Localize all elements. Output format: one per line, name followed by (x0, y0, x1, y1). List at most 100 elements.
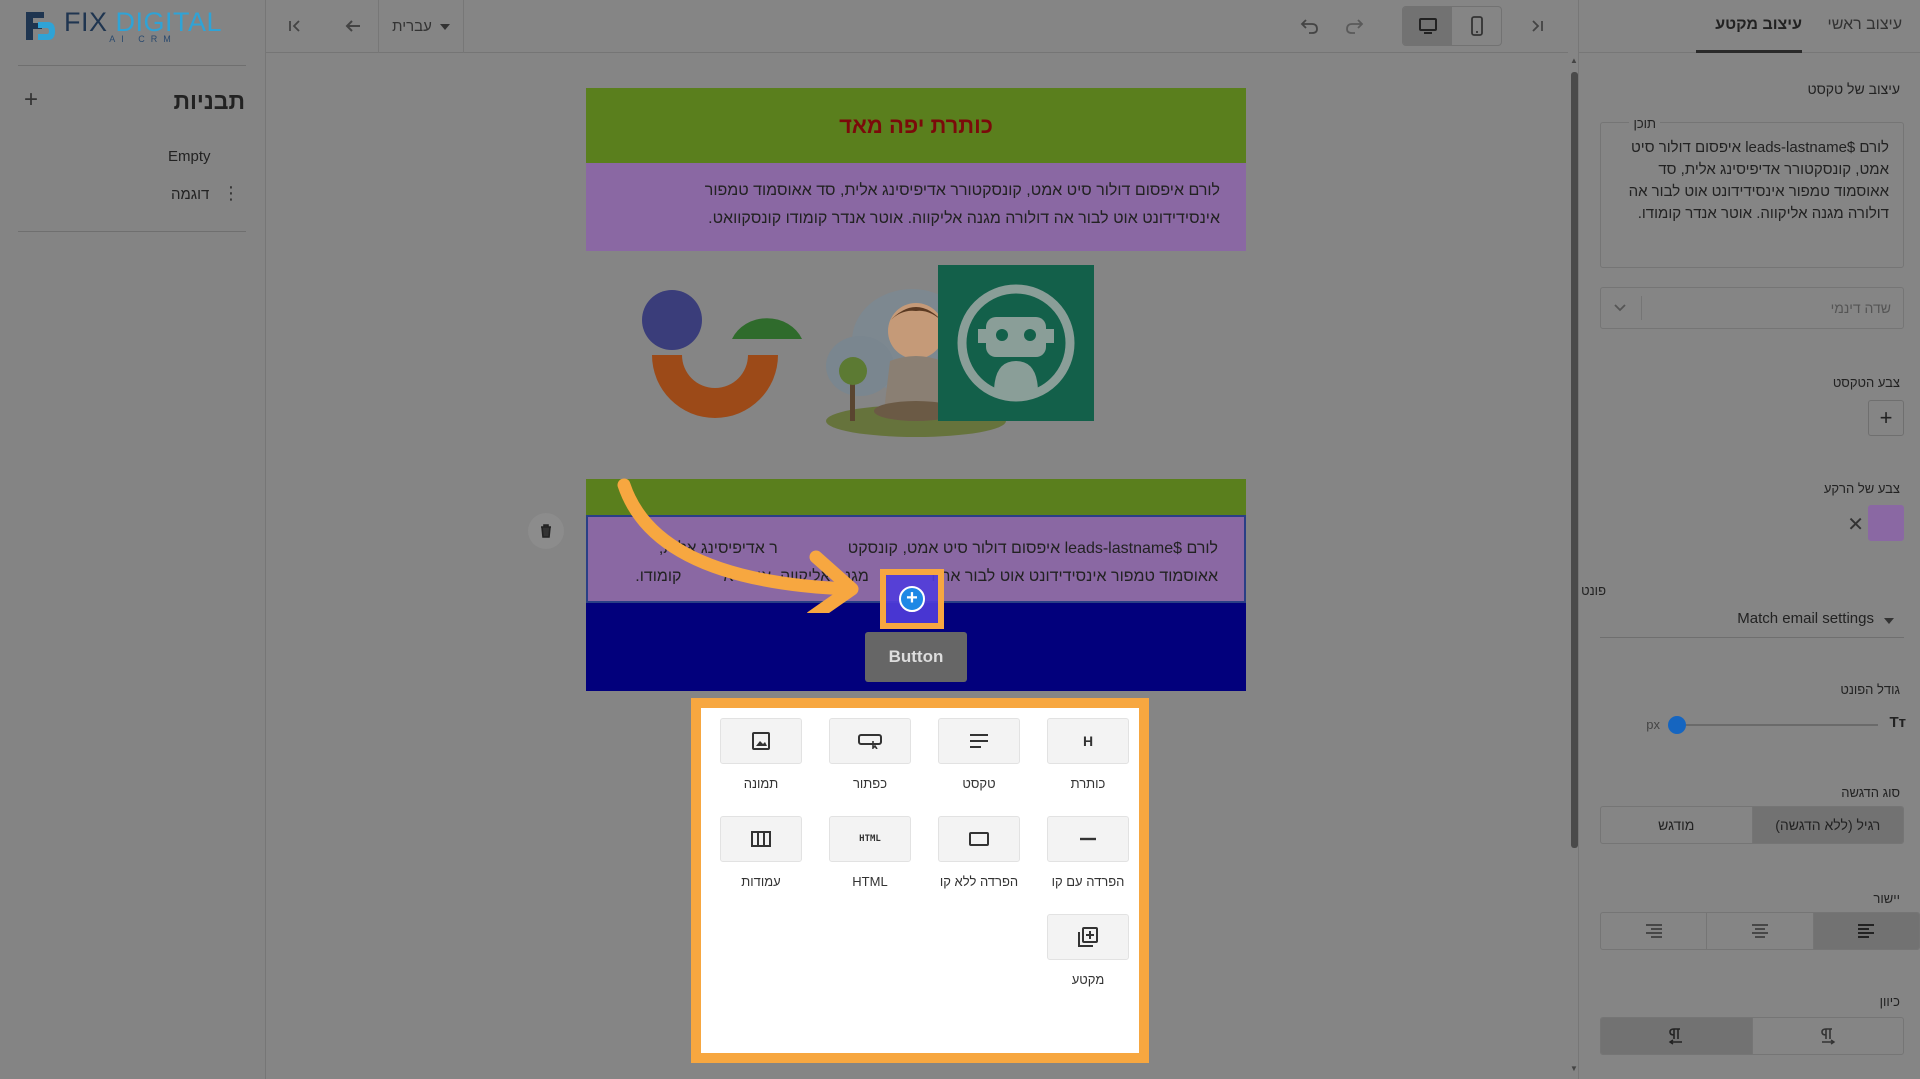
paragraph-row[interactable]: לורם איפסום דולור סיט אמט, קונסקטורר אדי… (586, 163, 1246, 251)
heading-icon: H (1047, 718, 1129, 764)
block-spacer[interactable]: הפרדה ללא קו (938, 816, 1020, 889)
block-label: הפרדה עם קו (1051, 874, 1125, 889)
divider (18, 65, 246, 66)
image-icon (720, 718, 802, 764)
block-divider-line[interactable]: הפרדה עם קו (1047, 816, 1129, 889)
logo-mark-icon (26, 12, 55, 40)
delete-row-button[interactable] (528, 513, 564, 549)
text-icon (938, 718, 1020, 764)
direction-label: כיוון (1879, 994, 1900, 1009)
mobile-icon[interactable] (1452, 7, 1501, 45)
block-text[interactable]: טקסט (938, 718, 1020, 791)
redo-icon[interactable] (1342, 13, 1368, 39)
font-label: פונט (1581, 583, 1606, 598)
block-section[interactable]: מקטע (1047, 914, 1129, 987)
align-center-icon[interactable] (1706, 913, 1812, 949)
divider (18, 231, 246, 232)
align-left-icon[interactable] (1812, 913, 1919, 949)
html-icon: HTML (829, 816, 911, 862)
spacer-icon (938, 816, 1020, 862)
chevron-down-icon (439, 23, 450, 30)
content-label: תוכן (1629, 116, 1660, 131)
button-icon (829, 718, 911, 764)
language-select[interactable]: עברית (378, 0, 464, 53)
text-color-label: צבע הטקסט (1832, 375, 1900, 390)
add-block-highlight: + (880, 569, 944, 629)
align-label: יישור (1873, 891, 1900, 906)
add-template-button[interactable]: + (24, 88, 38, 112)
properties-panel: עיצוב ראשי עיצוב מקטע עיצוב של טקסט לורם… (1578, 0, 1920, 1079)
font-size-label: גודל הפונט (1840, 682, 1900, 697)
block-label: כפתור (852, 776, 888, 791)
desktop-icon[interactable] (1403, 7, 1452, 45)
chevron-down-icon (1614, 304, 1626, 312)
font-value: Match email settings (1737, 610, 1874, 627)
undo-icon[interactable] (1296, 13, 1322, 39)
brand-tagline: AI CRM (109, 33, 177, 44)
chevron-down-icon (1884, 618, 1894, 624)
panel-tabs: עיצוב ראשי עיצוב מקטע (1578, 0, 1920, 53)
brand-logo: FIX DIGITAL AI CRM (22, 6, 252, 46)
block-html[interactable]: HTML HTML (829, 816, 911, 889)
font-size-icon: Tт (1889, 714, 1906, 731)
scroll-down-icon[interactable]: ▼ (1570, 1064, 1578, 1073)
block-heading[interactable]: H כותרת (1047, 718, 1129, 791)
paragraph-line: אינסידידונט אוט לבור אה דולורה מגנה אליק… (708, 210, 1220, 227)
block-label: HTML (852, 874, 888, 889)
font-select[interactable]: Match email settings (1600, 606, 1904, 638)
images-row[interactable] (586, 251, 1246, 479)
collapse-right-icon[interactable] (1524, 13, 1550, 39)
back-arrow-icon[interactable] (340, 13, 366, 39)
alignment-toggle (1600, 912, 1920, 950)
font-size-slider-track[interactable] (1678, 724, 1878, 726)
add-block-plus-icon[interactable]: + (899, 586, 925, 612)
brand-name-2: DIGITAL (115, 6, 223, 37)
dynamic-field-placeholder: שדה דינמי (1830, 300, 1891, 316)
heading-row[interactable]: כותרת יפה מאד (586, 88, 1246, 163)
block-label: מקטע (1071, 972, 1105, 987)
divider (1641, 296, 1642, 320)
panel-scrollbar[interactable] (1571, 72, 1578, 848)
content-textarea[interactable]: לורם $leads-lastname איפסום דולור סיט אמ… (1600, 122, 1904, 268)
direction-toggle (1600, 1017, 1904, 1055)
paragraph-line: לורם איפסום דולור סיט אמט, קונסקטורר אדי… (704, 182, 1220, 199)
columns-icon (720, 816, 802, 862)
device-toggle (1402, 6, 1502, 46)
emphasis-bold-option[interactable]: מודגש (1601, 807, 1752, 843)
template-item-empty[interactable]: Empty (168, 148, 211, 165)
add-text-color-button[interactable]: + (1868, 400, 1904, 436)
align-right-icon[interactable] (1601, 913, 1706, 949)
block-columns[interactable]: עמודות (720, 816, 802, 889)
block-label: כותרת (1070, 776, 1106, 791)
ltr-direction-icon[interactable] (1751, 1018, 1904, 1054)
tab-main-design[interactable]: עיצוב ראשי (1828, 16, 1902, 34)
bg-color-swatch[interactable] (1868, 505, 1904, 541)
block-label: עמודות (741, 874, 781, 889)
plus-icon: + (1879, 405, 1893, 430)
email-canvas: כותרת יפה מאד לורם איפסום דולור סיט אמט,… (266, 53, 1568, 1079)
tab-section-design[interactable]: עיצוב מקטע (1715, 16, 1802, 34)
block-label: תמונה (743, 776, 779, 791)
brand-name-1: FIX (64, 6, 108, 37)
clear-color-icon[interactable]: ✕ (1847, 512, 1864, 537)
block-label: טקסט (962, 776, 996, 791)
robot-icon-image (938, 265, 1094, 421)
collapse-left-icon[interactable] (282, 13, 308, 39)
templates-title: תבניות (173, 88, 245, 114)
section-title: עיצוב של טקסט (1807, 81, 1900, 97)
email-button[interactable]: Button (865, 632, 967, 682)
scroll-up-icon[interactable]: ▲ (1570, 56, 1578, 65)
emphasis-normal-option[interactable]: רגיל (ללא הדגשה) (1751, 807, 1903, 843)
rtl-direction-icon[interactable] (1601, 1018, 1752, 1054)
block-image[interactable]: תמונה (720, 718, 802, 791)
trash-icon (541, 524, 551, 538)
block-picker: H כותרת טקסט כפתור תמונה הפרדה עם קו הפר… (691, 698, 1149, 1063)
block-button[interactable]: כפתור (829, 718, 911, 791)
language-label: עברית (392, 18, 432, 35)
font-size-slider-knob[interactable] (1668, 716, 1686, 734)
dynamic-field-select[interactable]: שדה דינמי (1600, 287, 1904, 329)
template-item-example[interactable]: דוגמה (171, 186, 209, 203)
more-options-icon[interactable]: ⋮ (222, 184, 240, 202)
active-tab-indicator (1696, 50, 1802, 53)
abstract-shapes-image (642, 290, 802, 418)
